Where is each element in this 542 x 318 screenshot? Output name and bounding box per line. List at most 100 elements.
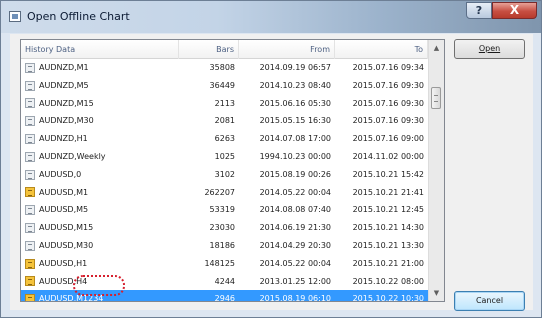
history-file-icon — [25, 223, 35, 234]
column-header-history-data[interactable]: History Data — [21, 40, 179, 59]
symbol-label: AUDUSD,M15 — [39, 223, 94, 233]
cell-from: 2014.05.22 00:04 — [259, 187, 331, 197]
cell-from: 2015.08.19 06:10 — [259, 294, 331, 302]
symbol-label: AUDUSD,M5 — [39, 205, 89, 215]
cell-from: 2014.10.23 08:40 — [259, 80, 331, 90]
symbol-label: AUDNZD,M15 — [39, 98, 94, 108]
dialog-client-area: History Data Bars From To AUDNZD,M1 35808… — [10, 34, 533, 311]
close-button[interactable]: X — [492, 2, 537, 19]
cell-history-data: AUDNZD,M1 — [21, 59, 179, 77]
cell-bars: 53319 — [209, 205, 235, 215]
red-dotted-highlight-annotation — [73, 275, 125, 296]
table-row[interactable]: AUDNZD,M30 2081 2015.05.15 16:30 2015.07.16… — [21, 112, 428, 130]
scroll-thumb[interactable] — [431, 87, 441, 109]
table-row[interactable]: AUDUSD,M30 18186 2014.04.29 20:30 2015.10.2… — [21, 237, 428, 255]
history-file-icon — [25, 151, 35, 162]
table-row[interactable]: AUDNZD,M15 2113 2015.06.16 05:30 2015.07.16… — [21, 95, 428, 113]
list-rows: AUDNZD,M1 35808 2014.09.19 06:57 2015.07.16… — [21, 59, 428, 302]
cell-history-data: AUDUSD,M30 — [21, 237, 179, 255]
cell-to: 2015.10.21 14:30 — [352, 223, 424, 233]
cell-bars: 262207 — [204, 187, 235, 197]
cell-to: 2015.07.16 09:34 — [352, 63, 424, 72]
cell-bars: 2081 — [214, 116, 235, 126]
cell-to: 2015.10.22 08:00 — [352, 276, 424, 286]
cell-to: 2015.10.22 10:30 — [352, 294, 424, 302]
cell-from: 2014.07.08 17:00 — [259, 134, 331, 144]
cell-history-data: AUDNZD,M15 — [21, 95, 179, 113]
cell-to: 2015.10.21 21:41 — [352, 187, 424, 197]
history-file-icon — [25, 134, 35, 145]
scroll-down-arrow-icon[interactable]: ▼ — [429, 285, 444, 301]
cell-bars: 23030 — [209, 223, 235, 233]
name-wrap: AUDNZD,M1 — [25, 59, 175, 77]
table-row[interactable]: AUDNZD,Weekly 1025 1994.10.23 00:00 2014.11… — [21, 148, 428, 166]
cell-history-data: AUDNZD,H1 — [21, 130, 179, 148]
scroll-up-arrow-icon[interactable]: ▲ — [429, 40, 444, 56]
cell-history-data: AUDUSD,M15 — [21, 219, 179, 237]
history-file-icon — [25, 116, 35, 127]
title-bar[interactable]: Open Offline Chart ? X — [1, 1, 541, 33]
cell-history-data: AUDUSD,M1 — [21, 184, 179, 202]
cell-history-data: AUDUSD,M5 — [21, 201, 179, 219]
cell-from: 2014.08.08 07:40 — [259, 205, 331, 215]
column-header-bars[interactable]: Bars — [179, 40, 239, 59]
cell-from: 2014.05.22 00:04 — [259, 258, 331, 268]
cell-from: 2013.01.25 12:00 — [259, 276, 331, 286]
cell-bars: 6263 — [214, 134, 235, 144]
cell-bars: 1025 — [214, 151, 235, 161]
cell-history-data: AUDUSD,0 — [21, 166, 179, 184]
table-row[interactable]: AUDUSD,H1 148125 2014.05.22 00:04 2015.10.2… — [21, 255, 428, 273]
symbol-label: AUDNZD,M5 — [39, 80, 89, 90]
cell-to: 2015.07.16 09:30 — [352, 80, 424, 90]
table-row[interactable]: AUDUSD,M15 23030 2014.06.19 21:30 2015.10.2… — [21, 219, 428, 237]
cell-bars: 2946 — [214, 294, 235, 302]
open-button[interactable]: Open — [454, 39, 525, 59]
cell-bars: 3102 — [214, 169, 235, 179]
symbol-label: AUDNZD,Weekly — [39, 151, 106, 161]
history-data-list[interactable]: History Data Bars From To AUDNZD,M1 35808… — [20, 39, 445, 302]
help-button[interactable]: ? — [466, 2, 492, 19]
open-offline-chart-dialog: Open Offline Chart ? X History Data Bars… — [0, 0, 542, 318]
cell-history-data: AUDNZD,Weekly — [21, 148, 179, 166]
table-row[interactable]: AUDNZD,M1 35808 2014.09.19 06:57 2015.07.16… — [21, 59, 428, 77]
cell-from: 2014.09.19 06:57 — [259, 63, 331, 72]
column-header-from[interactable]: From — [239, 40, 335, 59]
cell-to: 2015.07.16 09:30 — [352, 98, 424, 108]
cell-from: 2014.04.29 20:30 — [259, 240, 331, 250]
table-row[interactable]: AUDNZD,H1 6263 2014.07.08 17:00 2015.07.16 … — [21, 130, 428, 148]
symbol-label: AUDUSD,M30 — [39, 240, 94, 250]
list-header: History Data Bars From To — [21, 40, 428, 59]
history-file-gold-icon — [25, 294, 35, 301]
table-row[interactable]: AUDUSD,0 3102 2015.08.19 00:26 2015.10.21 1… — [21, 166, 428, 184]
symbol-label: AUDNZD,H1 — [39, 134, 88, 144]
cell-bars: 2113 — [214, 98, 235, 108]
column-header-to[interactable]: To — [335, 40, 428, 59]
history-file-icon — [25, 80, 35, 91]
name-wrap: AUDNZD,M5 — [25, 77, 175, 95]
window-icon — [9, 11, 21, 22]
name-wrap: AUDNZD,M30 — [25, 112, 175, 130]
cell-to: 2015.07.16 09:30 — [352, 116, 424, 126]
table-row[interactable]: AUDUSD,M5 53319 2014.08.08 07:40 2015.10.21… — [21, 201, 428, 219]
history-file-gold-icon — [25, 187, 35, 198]
history-file-icon — [25, 205, 35, 216]
history-file-icon — [25, 240, 35, 251]
cancel-button[interactable]: Cancel — [454, 291, 525, 311]
cell-history-data: AUDNZD,M30 — [21, 112, 179, 130]
symbol-label: AUDNZD,M1 — [39, 63, 89, 72]
symbol-label: AUDUSD,0 — [39, 169, 82, 179]
cell-bars: 4244 — [214, 276, 235, 286]
cell-from: 2014.06.19 21:30 — [259, 223, 331, 233]
cell-history-data: AUDNZD,M5 — [21, 77, 179, 95]
name-wrap: AUDNZD,H1 — [25, 130, 175, 148]
cell-bars: 148125 — [204, 258, 235, 268]
history-file-gold-icon — [25, 276, 35, 287]
cell-bars: 35808 — [209, 63, 235, 72]
history-file-icon — [25, 98, 35, 109]
name-wrap: AUDUSD,M1 — [25, 184, 175, 202]
vertical-scrollbar[interactable]: ▲ ▼ — [428, 40, 444, 301]
table-row[interactable]: AUDNZD,M5 36449 2014.10.23 08:40 2015.07.16… — [21, 77, 428, 95]
name-wrap: AUDNZD,M15 — [25, 95, 175, 113]
cell-from: 2015.06.16 05:30 — [259, 98, 331, 108]
table-row[interactable]: AUDUSD,M1 262207 2014.05.22 00:04 2015.10.2… — [21, 184, 428, 202]
